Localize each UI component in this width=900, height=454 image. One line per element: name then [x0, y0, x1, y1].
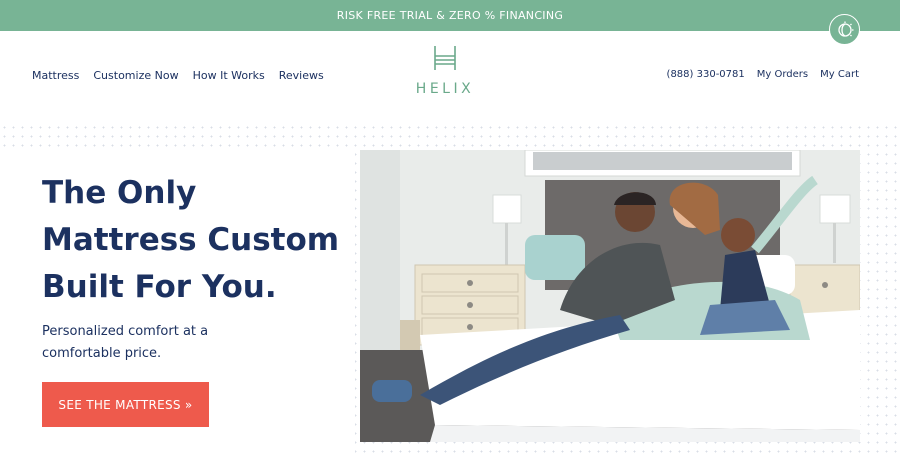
nav-link-customize-now[interactable]: Customize Now	[93, 69, 178, 82]
see-the-mattress-button[interactable]: SEE THE MATTRESS »	[42, 382, 209, 427]
nav-link-how-it-works[interactable]: How It Works	[193, 69, 265, 82]
helix-bed-logo-icon	[434, 46, 456, 70]
see-the-mattress-label: SEE THE MATTRESS »	[58, 397, 193, 412]
promo-banner-text: RISK FREE TRIAL & ZERO % FINANCING	[336, 9, 564, 22]
logo-wordmark: HELIX	[415, 81, 475, 97]
hero-subtitle-line: Personalized comfort at a	[42, 324, 209, 339]
my-orders-link[interactable]: My Orders	[757, 69, 808, 80]
hero-title-line: Built For You.	[42, 269, 277, 305]
nav-link-mattress[interactable]: Mattress	[32, 69, 79, 82]
hero-title: The Only Mattress Custom Built For You.	[42, 170, 352, 311]
phone-link[interactable]: (888) 330-0781	[667, 69, 745, 80]
chat-icon	[837, 21, 853, 37]
nav-link-reviews[interactable]: Reviews	[279, 69, 324, 82]
utility-nav: (888) 330-0781 My Orders My Cart	[667, 69, 859, 80]
hero-title-line: Mattress Custom	[42, 222, 340, 258]
helix-logo[interactable]: HELIX	[410, 45, 480, 105]
main-nav: Mattress Customize Now How It Works Revi…	[32, 69, 324, 82]
my-cart-link[interactable]: My Cart	[820, 69, 859, 80]
hero-photo-illustration	[360, 150, 860, 442]
hero-title-line: The Only	[42, 175, 197, 211]
chat-button[interactable]	[829, 14, 860, 45]
hero-subtitle-line: comfortable price.	[42, 346, 162, 361]
site-header: Mattress Customize Now How It Works Revi…	[0, 31, 900, 123]
promo-banner[interactable]: RISK FREE TRIAL & ZERO % FINANCING	[0, 0, 900, 31]
family-on-bed-photo	[360, 150, 860, 442]
hero-subtitle: Personalized comfort at a comfortable pr…	[42, 321, 272, 365]
